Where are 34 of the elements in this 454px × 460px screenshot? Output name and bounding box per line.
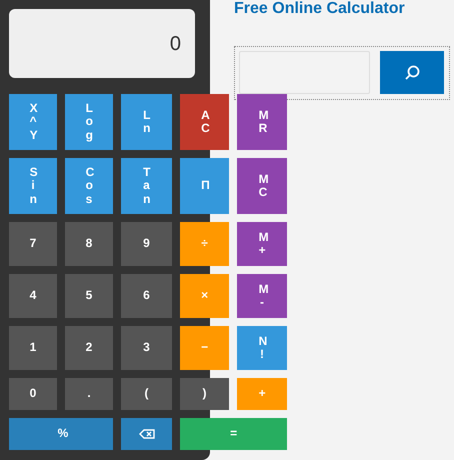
- number-key[interactable]: .: [65, 378, 113, 410]
- number-key[interactable]: 1: [9, 326, 57, 370]
- memory-key[interactable]: MC: [237, 158, 287, 214]
- memory-key[interactable]: M-: [237, 274, 287, 318]
- backspace-key[interactable]: [121, 418, 172, 450]
- function-key[interactable]: Log: [65, 94, 113, 150]
- number-key[interactable]: 7: [9, 222, 57, 266]
- page-title: Free Online Calculator: [234, 0, 406, 18]
- number-key[interactable]: 6: [121, 274, 172, 318]
- function-key[interactable]: Sin: [9, 158, 57, 214]
- function-key[interactable]: Ln: [121, 94, 172, 150]
- number-key[interactable]: ): [180, 378, 229, 410]
- number-key[interactable]: 3: [121, 326, 172, 370]
- function-key[interactable]: Tan: [121, 158, 172, 214]
- number-key[interactable]: 2: [65, 326, 113, 370]
- backspace-icon: [138, 429, 154, 439]
- display-value: 0: [170, 32, 181, 56]
- clear-key[interactable]: AC: [180, 94, 229, 150]
- search-icon: [404, 65, 420, 80]
- memory-key[interactable]: M+: [237, 222, 287, 266]
- search-button[interactable]: [380, 51, 444, 94]
- function-key[interactable]: N!: [237, 326, 287, 370]
- number-key[interactable]: 4: [9, 274, 57, 318]
- number-key[interactable]: (: [121, 378, 172, 410]
- percent-key[interactable]: %: [9, 418, 113, 450]
- number-key[interactable]: 8: [65, 222, 113, 266]
- function-key[interactable]: X^Y: [9, 94, 57, 150]
- memory-key[interactable]: MR: [237, 94, 287, 150]
- function-key[interactable]: Cos: [65, 158, 113, 214]
- number-key[interactable]: 0: [9, 378, 57, 410]
- search-field[interactable]: [239, 51, 370, 94]
- number-key[interactable]: 9: [121, 222, 172, 266]
- function-key[interactable]: Π: [180, 158, 229, 214]
- number-key[interactable]: 5: [65, 274, 113, 318]
